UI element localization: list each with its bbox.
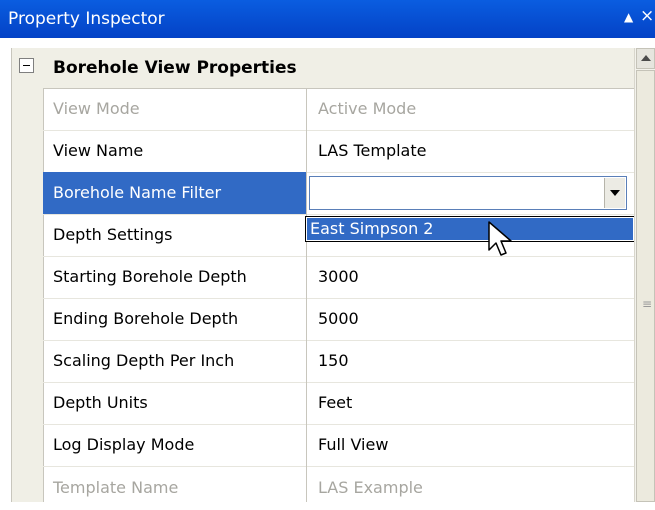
property-row-starting-depth[interactable]: Starting Borehole Depth 3000: [43, 256, 634, 299]
property-name: Template Name: [43, 466, 307, 502]
property-grid: Borehole View Properties View Mode Activ…: [11, 48, 634, 502]
pin-icon[interactable]: ▲: [624, 10, 633, 24]
property-name: Scaling Depth Per Inch: [43, 340, 307, 382]
property-row-log-display-mode[interactable]: Log Display Mode Full View: [43, 424, 634, 467]
property-value: Active Mode: [318, 99, 417, 118]
property-row-template-name[interactable]: Template Name LAS Example: [43, 466, 634, 502]
scroll-thumb[interactable]: [636, 70, 655, 502]
property-name: Log Display Mode: [43, 424, 307, 466]
close-icon[interactable]: ×: [640, 6, 654, 26]
property-name: Starting Borehole Depth: [43, 256, 307, 298]
title-bar: Property Inspector ▲ ×: [0, 0, 655, 38]
mouse-pointer-icon: [488, 221, 512, 256]
dropdown-list: East Simpson 2: [305, 216, 635, 242]
vertical-scrollbar[interactable]: [634, 48, 655, 502]
property-value-cell: [307, 172, 634, 214]
property-value[interactable]: 150: [307, 340, 634, 382]
property-value: LAS Example: [318, 478, 423, 497]
property-name: View Name: [43, 130, 307, 172]
group-title: Borehole View Properties: [53, 58, 297, 78]
property-row-ending-depth[interactable]: Ending Borehole Depth 5000: [43, 298, 634, 341]
property-value[interactable]: Full View: [307, 424, 634, 466]
chevron-down-icon[interactable]: [604, 178, 625, 208]
property-row-scaling-depth[interactable]: Scaling Depth Per Inch 150: [43, 340, 634, 383]
property-value[interactable]: LAS Template: [307, 130, 634, 172]
property-name: Borehole Name Filter: [43, 172, 307, 214]
property-name: Ending Borehole Depth: [43, 298, 307, 340]
collapse-icon[interactable]: [19, 58, 34, 73]
property-row-view-mode[interactable]: View Mode Active Mode: [43, 88, 634, 131]
property-name: Depth Units: [43, 382, 307, 424]
scroll-up-icon[interactable]: [636, 48, 655, 69]
property-value[interactable]: 3000: [307, 256, 634, 298]
grid-gutter: [12, 48, 44, 502]
property-value[interactable]: Feet: [307, 382, 634, 424]
group-header[interactable]: Borehole View Properties: [43, 48, 634, 89]
property-row-borehole-name-filter[interactable]: Borehole Name Filter: [43, 172, 634, 215]
property-value[interactable]: 5000: [307, 298, 634, 340]
property-row-depth-units[interactable]: Depth Units Feet: [43, 382, 634, 425]
borehole-filter-combobox[interactable]: [309, 176, 627, 210]
dropdown-option-east-simpson-2[interactable]: East Simpson 2: [307, 218, 633, 240]
property-name: View Mode: [43, 88, 307, 130]
window-title: Property Inspector: [8, 9, 165, 29]
property-name: Depth Settings: [43, 214, 307, 256]
property-row-view-name[interactable]: View Name LAS Template: [43, 130, 634, 173]
